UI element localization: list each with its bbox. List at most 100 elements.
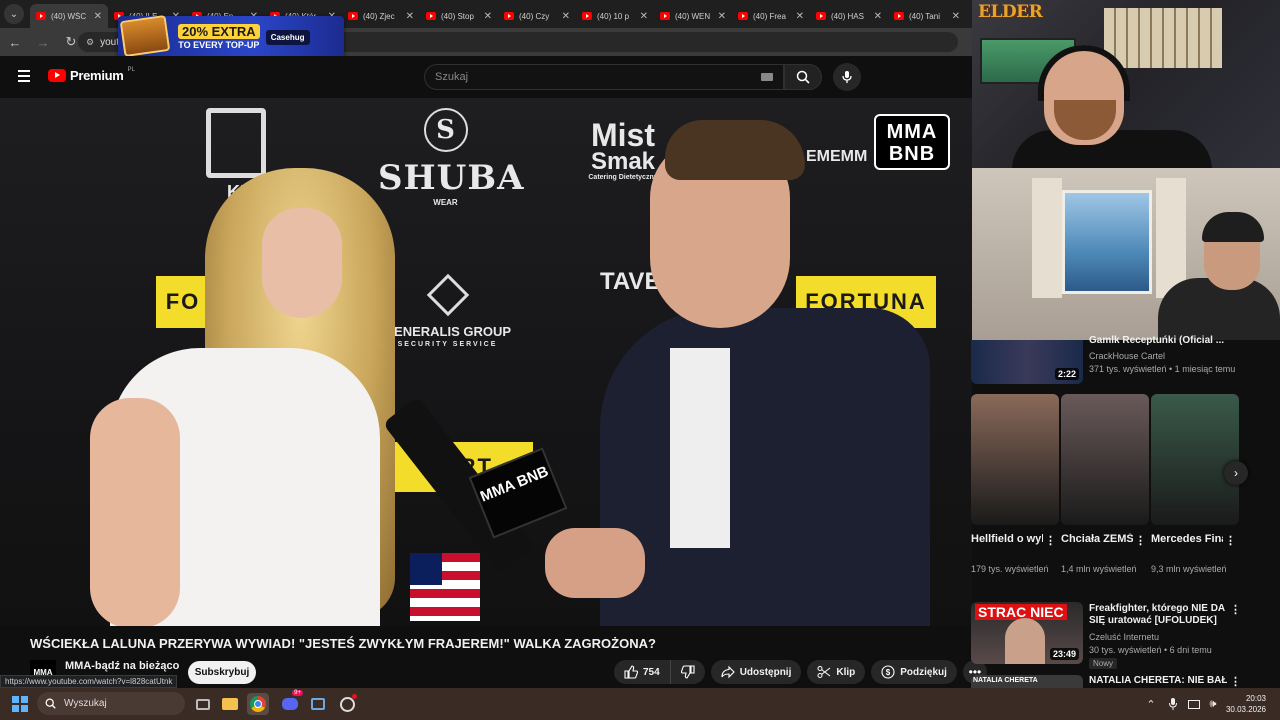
- more-vertical-icon[interactable]: ⋮: [1135, 534, 1146, 547]
- close-tab-icon[interactable]: ✕: [874, 11, 882, 22]
- browser-tab[interactable]: (40) WEN ✕: [654, 4, 732, 28]
- search-input[interactable]: Szukaj: [424, 64, 784, 90]
- file-explorer-icon[interactable]: [219, 693, 241, 715]
- recommendation-title: Gamlk Receptuńki (Oficial ...: [1089, 335, 1225, 346]
- curtain-left: [1032, 178, 1062, 298]
- dislike-button[interactable]: [669, 660, 705, 684]
- close-tab-icon[interactable]: ✕: [796, 11, 804, 22]
- windows-start-icon[interactable]: [12, 696, 28, 712]
- discord-icon[interactable]: 9+: [279, 690, 303, 715]
- video-player[interactable]: KI S SHUBA WEAR GENERALIS GROUP SECURITY…: [0, 98, 972, 626]
- search-icon: [45, 698, 56, 709]
- like-button[interactable]: 754: [614, 660, 670, 684]
- youtube-favicon-icon: [36, 12, 46, 20]
- share-button[interactable]: Udostępnij: [710, 660, 802, 684]
- sponsor-logo-shuba: S SHUBA WEAR: [378, 108, 523, 207]
- treasure-chest-icon: [119, 14, 171, 58]
- browser-tab[interactable]: (40) HAS ✕: [810, 4, 888, 28]
- clip-label: Klip: [836, 666, 856, 678]
- shorts-next-button[interactable]: ›: [1224, 461, 1248, 485]
- voice-search-button[interactable]: [833, 63, 861, 91]
- close-tab-icon[interactable]: ✕: [562, 11, 570, 22]
- browser-tab[interactable]: (40) Zjec ✕: [342, 4, 420, 28]
- casehug-ad-banner[interactable]: 20% EXTRA TO EVERY TOP-UP Casehug: [118, 14, 344, 58]
- more-vertical-icon[interactable]: ⋮: [1225, 534, 1236, 547]
- status-bar-url: https://www.youtube.com/watch?v=l828catU…: [0, 675, 178, 688]
- more-vertical-icon[interactable]: ⋮: [1230, 603, 1241, 616]
- ad-headline: 20% EXTRA: [178, 24, 260, 39]
- windows-taskbar: Wyszukaj 9+ ⌃ 🕪 20:03 30.03.2026: [0, 688, 1280, 720]
- keyboard-icon[interactable]: [761, 73, 773, 81]
- close-tab-icon[interactable]: ✕: [640, 11, 648, 22]
- microphone-icon: [842, 71, 852, 83]
- sponsor-logo-generalis: GENERALIS GROUP SECURITY SERVICE: [380, 273, 515, 348]
- shorts-title: Hellfield o wykształce...: [971, 533, 1043, 545]
- site-info-icon[interactable]: ⚙: [86, 37, 94, 48]
- guest-hair: [1202, 212, 1264, 242]
- youtube-header: Premium PL Szukaj: [0, 56, 972, 98]
- microphone-tray-icon[interactable]: [1164, 695, 1182, 713]
- discord-badge: 9+: [292, 690, 303, 696]
- taskbar-clock[interactable]: 20:03 30.03.2026: [1226, 693, 1266, 715]
- search-button[interactable]: [784, 64, 822, 90]
- address-text: yout: [100, 36, 119, 48]
- forward-icon[interactable]: →: [34, 33, 52, 51]
- video-duration: 23:49: [1049, 648, 1079, 660]
- subscribe-button[interactable]: Subskrybuj: [188, 661, 256, 684]
- more-vertical-icon[interactable]: ⋮: [1045, 534, 1056, 547]
- close-tab-icon[interactable]: ✕: [406, 11, 414, 22]
- tab-title: (40) Frea: [753, 11, 786, 21]
- speaker-icon[interactable]: 🕪: [1204, 695, 1222, 713]
- tab-title: (40) WEN: [675, 11, 711, 21]
- tab-title: (40) Czy: [519, 11, 550, 21]
- bookshelf: [1104, 8, 1222, 68]
- obs-icon[interactable]: [336, 693, 358, 715]
- thanks-button[interactable]: $ Podziękuj: [871, 660, 957, 684]
- webcam-bottom: [972, 168, 1280, 340]
- more-vertical-icon[interactable]: ⋮: [1230, 675, 1241, 688]
- stream-logo: ELDER: [978, 2, 1043, 22]
- browser-tab[interactable]: (40) Frea ✕: [732, 4, 810, 28]
- browser-tab[interactable]: (40) WŚC ✕: [30, 4, 108, 28]
- close-tab-icon[interactable]: ✕: [484, 11, 492, 22]
- chevron-right-icon: ›: [1234, 466, 1238, 480]
- like-count: 754: [643, 666, 660, 678]
- clock-time: 20:03: [1245, 694, 1266, 703]
- taskbar-search[interactable]: Wyszukaj: [37, 692, 185, 715]
- recommendation-thumbnail: STRAC NIEC 23:49: [971, 602, 1083, 664]
- chevron-up-icon[interactable]: ⌃: [1142, 695, 1160, 713]
- search-placeholder: Szukaj: [435, 71, 469, 83]
- back-icon[interactable]: ←: [6, 33, 24, 51]
- recommendation-partial[interactable]: 2:22 Gamlk Receptuńki (Oficial ... Crack…: [971, 335, 1280, 386]
- shorts-views: 1,4 mln wyświetleń: [1061, 564, 1137, 574]
- tab-search-button[interactable]: ⌄: [4, 4, 24, 24]
- close-tab-icon[interactable]: ✕: [718, 11, 726, 22]
- interviewer-jacket: [600, 308, 930, 626]
- streamer-webcam-overlay: ELDER: [972, 0, 1280, 340]
- youtube-favicon-icon: [894, 12, 904, 20]
- youtube-logo[interactable]: Premium PL: [48, 67, 135, 83]
- browser-tab[interactable]: (40) Stop ✕: [420, 4, 498, 28]
- browser-tab[interactable]: (40) Tani ✕: [888, 4, 966, 28]
- youtube-favicon-icon: [660, 12, 670, 20]
- shorts-views: 9,3 mln wyświetleń: [1151, 564, 1227, 574]
- interviewee-arm: [90, 398, 180, 626]
- menu-icon[interactable]: [18, 70, 30, 82]
- chrome-icon[interactable]: [247, 693, 269, 715]
- browser-tab[interactable]: (40) 10 p ✕: [576, 4, 654, 28]
- display-icon[interactable]: [1185, 695, 1203, 713]
- shorts-thumbnail: [1151, 394, 1239, 525]
- xbox-icon[interactable]: [307, 693, 329, 715]
- task-view-icon[interactable]: [192, 693, 214, 715]
- clip-button[interactable]: Klip: [807, 660, 866, 684]
- youtube-favicon-icon: [582, 12, 592, 20]
- recommendation-meta: 30 tys. wyświetleń • 6 dni temu: [1089, 645, 1212, 655]
- youtube-favicon-icon: [816, 12, 826, 20]
- close-tab-icon[interactable]: ✕: [952, 11, 960, 22]
- recommendation-thumbnail: 2:22: [971, 340, 1083, 384]
- share-label: Udostępnij: [739, 666, 792, 678]
- interviewer-hand: [545, 528, 645, 598]
- close-tab-icon[interactable]: ✕: [94, 11, 102, 22]
- channel-name[interactable]: MMA-bądź na bieżąco: [65, 660, 179, 672]
- browser-tab[interactable]: (40) Czy ✕: [498, 4, 576, 28]
